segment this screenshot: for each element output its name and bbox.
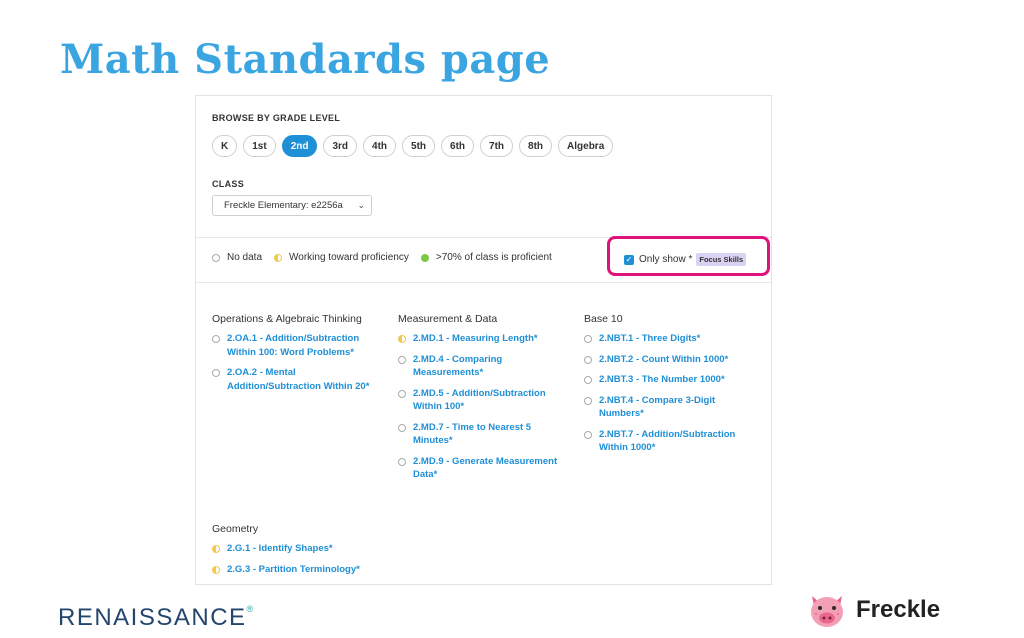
standard-item: 2.MD.4 - Comparing Measurements* [398,353,563,380]
standard-item: 2.G.1 - Identify Shapes* [212,542,377,556]
legend-no-data: No data [212,252,262,263]
standard-item: 2.MD.9 - Generate Measurement Data* [398,455,563,482]
grade-pill[interactable]: 1st [243,135,276,157]
standard-link[interactable]: 2.G.3 - Partition Terminology* [227,563,360,577]
standard-item: 2.NBT.3 - The Number 1000* [584,373,749,387]
grade-pill[interactable]: K [212,135,238,157]
domain-heading: Base 10 [584,313,623,325]
standard-link[interactable]: 2.NBT.1 - Three Digits* [599,332,700,346]
legend-proficient: >70% of class is proficient [420,252,552,263]
browse-label: BROWSE BY GRADE LEVEL [212,113,341,123]
empty-circle-icon [584,335,592,343]
domain-heading: Geometry [212,523,259,535]
renaissance-wordmark: RENAISSANCE [58,604,247,631]
standard-item: 2.OA.2 - Mental Addition/Subtraction Wit… [212,366,377,393]
domain-heading: Measurement & Data [398,313,498,325]
grade-pill[interactable]: 4th [363,135,397,157]
empty-circle-icon [398,457,406,466]
standard-item: 2.NBT.7 - Addition/Subtraction Within 10… [584,428,749,455]
standard-link[interactable]: 2.NBT.3 - The Number 1000* [599,373,725,387]
empty-circle-icon [584,430,592,439]
standard-link[interactable]: 2.MD.5 - Addition/Subtraction Within 100… [413,387,563,414]
standard-link[interactable]: 2.MD.4 - Comparing Measurements* [413,353,563,380]
renaissance-logo: RENAISSANCE® [58,604,255,632]
standard-link[interactable]: 2.NBT.4 - Compare 3-Digit Numbers* [599,394,749,421]
empty-circle-icon [584,376,592,384]
standard-item: 2.NBT.4 - Compare 3-Digit Numbers* [584,394,749,421]
empty-circle-icon [398,355,406,364]
class-select[interactable]: Freckle Elementary: e2256a ⌄ [212,195,372,216]
class-select-value: Freckle Elementary: e2256a [224,200,343,211]
standard-link[interactable]: 2.G.1 - Identify Shapes* [227,542,333,556]
column-base-ten: Base 10 2.NBT.1 - Three Digits* 2.NBT.2 - … [584,313,749,462]
standard-item: 2.MD.5 - Addition/Subtraction Within 100… [398,387,563,414]
grade-pill[interactable]: 5th [402,135,436,157]
empty-circle-icon [212,369,220,377]
column-measurement: Measurement & Data 2.MD.1 - Measuring Len… [398,313,563,489]
standard-link[interactable]: 2.OA.1 - Addition/Subtraction Within 100… [227,332,377,359]
chevron-down-icon: ⌄ [357,200,365,210]
grade-pill[interactable]: Algebra [558,135,614,157]
empty-circle-icon [584,396,592,405]
slide-title: Math Standards page [60,36,551,83]
freckle-wordmark: Freckle [856,596,941,623]
focus-skills-tag: Focus Skills [696,253,747,266]
full-circle-icon [420,253,429,262]
trademark: ® [246,604,255,614]
class-label: CLASS [212,179,245,189]
grade-pill[interactable]: 6th [441,135,475,157]
standard-link[interactable]: 2.NBT.7 - Addition/Subtraction Within 10… [599,428,749,455]
grade-pill[interactable]: 7th [480,135,514,157]
grade-pill[interactable]: 8th [519,135,553,157]
empty-circle-icon [398,423,406,432]
standard-link[interactable]: 2.OA.2 - Mental Addition/Subtraction Wit… [227,366,377,393]
standard-link[interactable]: 2.MD.9 - Generate Measurement Data* [413,455,563,482]
half-circle-icon [212,545,220,553]
standard-item: 2.NBT.1 - Three Digits* [584,332,749,346]
only-show-label: Only show * [639,254,693,265]
half-circle-icon [274,253,283,262]
proficiency-legend: No data Working toward proficiency >70% … [212,252,564,263]
legend-working-label: Working toward proficiency [289,252,409,263]
standard-item: 2.MD.1 - Measuring Length* [398,332,563,346]
empty-circle-icon [584,355,592,364]
column-operations: Operations & Algebraic Thinking 2.OA.1 - … [212,313,377,400]
legend-working: Working toward proficiency [274,252,409,263]
empty-circle-icon [398,389,406,398]
grade-pill[interactable]: 2nd [281,135,318,157]
standards-panel: BROWSE BY GRADE LEVEL K 1st 2nd 3rd 4th 5th 6t… [195,95,772,585]
only-show-checkbox[interactable]: ✓ [624,254,634,265]
legend-no-data-label: No data [227,252,263,263]
legend-proficient-label: >70% of class is proficient [435,252,552,263]
pig-icon [811,596,843,627]
only-show-filter[interactable]: ✓ Only show * Focus Skills [624,253,747,266]
half-circle-icon [212,565,220,574]
standard-link[interactable]: 2.NBT.2 - Count Within 1000* [599,353,728,367]
freckle-logo: Freckle [806,590,940,630]
standard-item: 2.MD.7 - Time to Nearest 5 Minutes* [398,421,563,448]
half-circle-icon [398,335,406,343]
divider [196,282,771,283]
standard-link[interactable]: 2.MD.1 - Measuring Length* [413,332,538,346]
grade-level-filter: K 1st 2nd 3rd 4th 5th 6th 7th 8th Algebra [212,135,614,157]
standard-item: 2.OA.1 - Addition/Subtraction Within 100… [212,332,377,359]
column-geometry: Geometry 2.G.1 - Identify Shapes* 2.G.3 - … [212,523,377,583]
grade-pill[interactable]: 3rd [323,135,358,157]
domain-heading: Operations & Algebraic Thinking [212,313,362,325]
standard-link[interactable]: 2.MD.7 - Time to Nearest 5 Minutes* [413,421,563,448]
standard-item: 2.G.3 - Partition Terminology* [212,563,377,577]
empty-circle-icon [212,335,220,343]
standard-item: 2.NBT.2 - Count Within 1000* [584,353,749,367]
empty-circle-icon [212,253,220,262]
